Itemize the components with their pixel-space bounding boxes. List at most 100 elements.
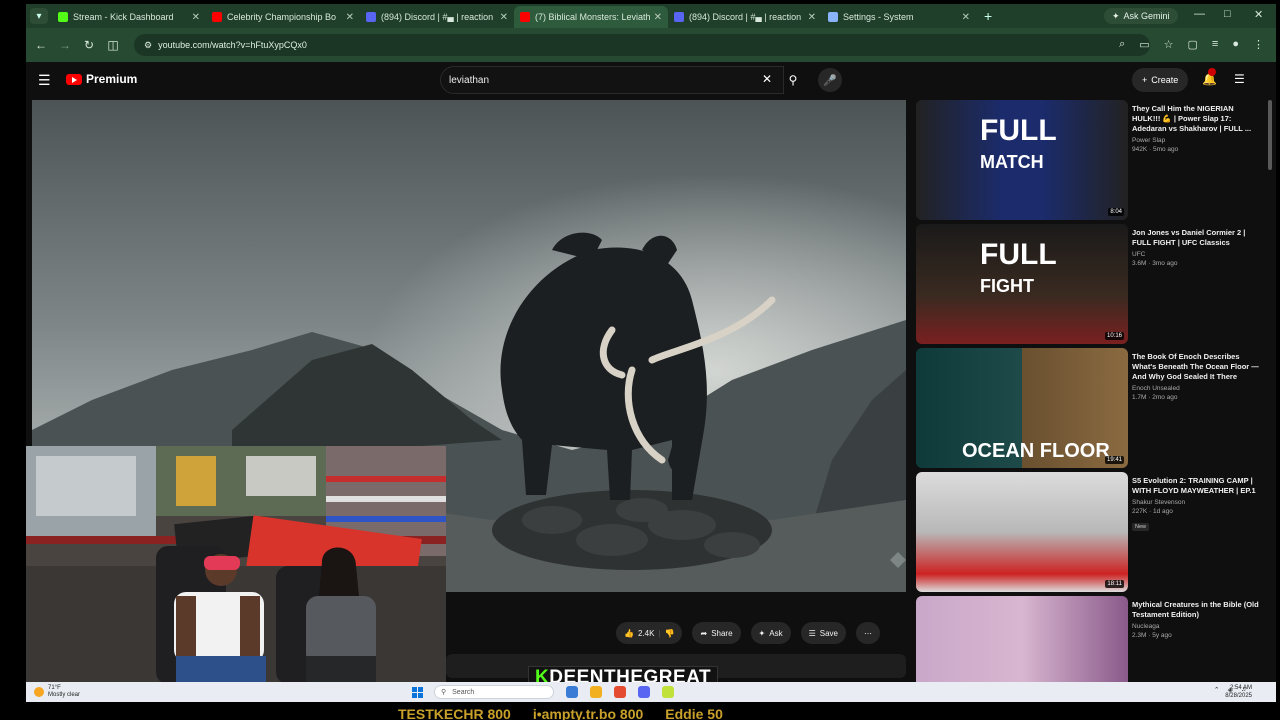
video-thumbnail[interactable]: FULL MATCH 8:04 [916, 100, 1128, 220]
video-title[interactable]: Mythical Creatures in the Bible (Old Tes… [1132, 600, 1260, 620]
plus-icon: + [1142, 75, 1148, 85]
ticker-item: i•ampty.tr.bo 800 [532, 706, 644, 720]
recommended-video[interactable]: FULL FIGHT 10:16 Jon Jones vs Daniel Cormie… [916, 224, 1264, 344]
browser-tab[interactable]: (894) Discord | #▄ | reaction ✕ [360, 6, 514, 28]
minimize-icon[interactable]: — [1194, 8, 1205, 20]
video-title[interactable]: S5 Evolution 2: TRAINING CAMP | WITH FLO… [1132, 476, 1260, 496]
recommended-video[interactable]: 18:11 S5 Evolution 2: TRAINING CAMP | WIT… [916, 472, 1264, 592]
video-thumbnail[interactable]: FULL FIGHT 10:16 [916, 224, 1128, 344]
maximize-icon[interactable]: □ [1224, 8, 1231, 20]
like-button[interactable]: 👍 2.4K | 👎 [616, 622, 683, 644]
youtube-logo[interactable]: Premium [66, 72, 137, 86]
url-text: youtube.com/watch?v=hFtuXypCQx0 [158, 40, 307, 50]
channel-name[interactable]: Power Slap [1132, 137, 1260, 144]
video-title[interactable]: They Call Him the NIGERIAN HULK!!! 💪 | P… [1132, 104, 1260, 134]
windows-start-icon[interactable] [412, 687, 423, 698]
create-button[interactable]: + Create [1132, 68, 1189, 92]
video-stats: 227K · 1d ago [1132, 508, 1173, 515]
page-scrollbar[interactable] [1268, 100, 1272, 170]
tab-favicon-icon [828, 12, 838, 22]
tab-search-button[interactable]: ▾ [30, 8, 48, 24]
discord-icon[interactable] [638, 686, 650, 698]
video-duration: 19:41 [1104, 456, 1124, 464]
zoom-icon[interactable]: ⌕ [1119, 38, 1125, 51]
downloads-icon[interactable]: ≡ [1212, 38, 1218, 51]
recommended-video[interactable]: OCEAN FLOOR 19:41 The Book Of Enoch Descri… [916, 348, 1264, 468]
video-title[interactable]: The Book Of Enoch Describes What's Benea… [1132, 352, 1260, 382]
video-title[interactable]: Jon Jones vs Daniel Cormier 2 | FULL FIG… [1132, 228, 1260, 248]
browser-tab[interactable]: Celebrity Championship Bo ✕ [206, 6, 360, 28]
browser-tab[interactable]: Settings - System ✕ [822, 6, 976, 28]
save-button[interactable]: ☰ Save [800, 622, 846, 644]
search-input[interactable]: leviathan [440, 66, 784, 94]
back-icon[interactable]: ← [30, 38, 52, 52]
tab-close-icon[interactable]: ✕ [962, 12, 970, 23]
sidepanel-icon[interactable]: ◫ [102, 38, 124, 52]
tab-close-icon[interactable]: ✕ [346, 12, 354, 23]
tab-close-icon[interactable]: ✕ [500, 12, 508, 23]
recommended-video[interactable]: FULL MATCH 8:04 They Call Him the NIGERIAN … [916, 100, 1264, 220]
share-button[interactable]: ➦ Share [692, 622, 741, 644]
profile-icon[interactable]: ● [1232, 38, 1239, 51]
video-thumbnail[interactable]: OCEAN FLOOR 19:41 [916, 348, 1128, 468]
microphone-icon[interactable]: 🎤 [818, 68, 842, 92]
tab-title: (7) Biblical Monsters: Leviathan [535, 12, 650, 22]
url-field[interactable]: ⚙ youtube.com/watch?v=hFtuXypCQx0 [134, 34, 1150, 56]
chrome-menu-icon[interactable]: ⋮ [1253, 38, 1264, 51]
tab-close-icon[interactable]: ✕ [654, 12, 662, 23]
app-icon[interactable] [662, 686, 674, 698]
file-explorer-icon[interactable] [590, 686, 602, 698]
cast-icon[interactable]: ▭ [1139, 38, 1149, 51]
new-tab-button[interactable]: + [984, 8, 992, 24]
tab-favicon-icon [212, 12, 222, 22]
thumbs-down-icon[interactable]: 👎 [665, 629, 675, 638]
channel-name[interactable]: UFC [1132, 251, 1260, 258]
streamer-webcam [26, 446, 446, 684]
tab-favicon-icon [366, 12, 376, 22]
weather-widget[interactable]: 71°F Mostly clear [34, 685, 80, 699]
ask-gemini-label: Ask Gemini [1123, 11, 1170, 21]
bookmark-star-icon[interactable]: ☆ [1164, 38, 1174, 51]
taskbar-search-icon: ⚲ [441, 689, 447, 696]
taskbar-search-field[interactable]: ⚲ Search [434, 685, 554, 699]
extensions-icon[interactable]: ▢ [1188, 38, 1198, 51]
video-stats: 942K · 5mo ago [1132, 146, 1179, 153]
tray-chevron-icon[interactable]: ⌃ [1214, 686, 1220, 694]
video-thumbnail[interactable]: 18:11 [916, 472, 1128, 592]
more-actions-button[interactable]: ⋯ [856, 622, 880, 644]
chrome-icon[interactable] [614, 686, 626, 698]
tab-close-icon[interactable]: ✕ [808, 12, 816, 23]
taskbar-search-placeholder: Search [452, 688, 475, 696]
clear-search-icon[interactable]: ✕ [762, 72, 772, 86]
browser-tab[interactable]: Stream - Kick Dashboard ✕ [52, 6, 206, 28]
guide-menu-icon[interactable]: ☰ [38, 72, 51, 89]
video-duration: 8:04 [1108, 208, 1124, 216]
channel-name[interactable]: Shakur Stevenson [1132, 499, 1260, 506]
channel-name[interactable]: Enoch Unsealed [1132, 385, 1260, 392]
ask-gemini-button[interactable]: ✦ Ask Gemini [1104, 8, 1178, 24]
channel-name[interactable]: Nucleaga [1132, 623, 1260, 630]
taskbar-clock[interactable]: 2:54 AM 8/28/2025 [1225, 684, 1252, 700]
tab-title: Settings - System [843, 12, 914, 22]
webcam-feed [26, 446, 446, 684]
windows-taskbar: 71°F Mostly clear ⚲ Search ⌃ ◈ ♬ 2:54 AM… [26, 682, 1276, 702]
sparkle-icon: ✦ [758, 628, 766, 638]
youtube-masthead: ☰ Premium leviathan ✕ ⚲ 🎤 + Create 🔔 ☰ [26, 62, 1276, 98]
account-menu-icon[interactable]: ☰ [1234, 72, 1245, 86]
thumbnail-text: MATCH [980, 152, 1044, 172]
thumbs-up-icon: 👍 [624, 628, 634, 638]
close-window-icon[interactable]: ✕ [1254, 8, 1263, 21]
tab-close-icon[interactable]: ✕ [192, 12, 200, 23]
forward-icon[interactable]: → [54, 38, 76, 52]
video-actions: 👍 2.4K | 👎 ➦ Share ✦ Ask ☰ Save ⋯ [616, 622, 880, 644]
weather-condition: Mostly clear [48, 692, 81, 698]
site-info-icon[interactable]: ⚙ [144, 40, 152, 51]
ask-button[interactable]: ✦ Ask [750, 622, 791, 644]
browser-tab[interactable]: (894) Discord | #▄ | reaction ✕ [668, 6, 822, 28]
browser-tab[interactable]: (7) Biblical Monsters: Leviathan ✕ [514, 6, 668, 28]
notification-badge [1208, 68, 1216, 76]
tab-list: Stream - Kick Dashboard ✕ Celebrity Champi… [52, 4, 976, 28]
search-icon[interactable]: ⚲ [782, 66, 804, 94]
task-view-icon[interactable] [566, 686, 578, 698]
reload-icon[interactable]: ↻ [78, 38, 100, 52]
